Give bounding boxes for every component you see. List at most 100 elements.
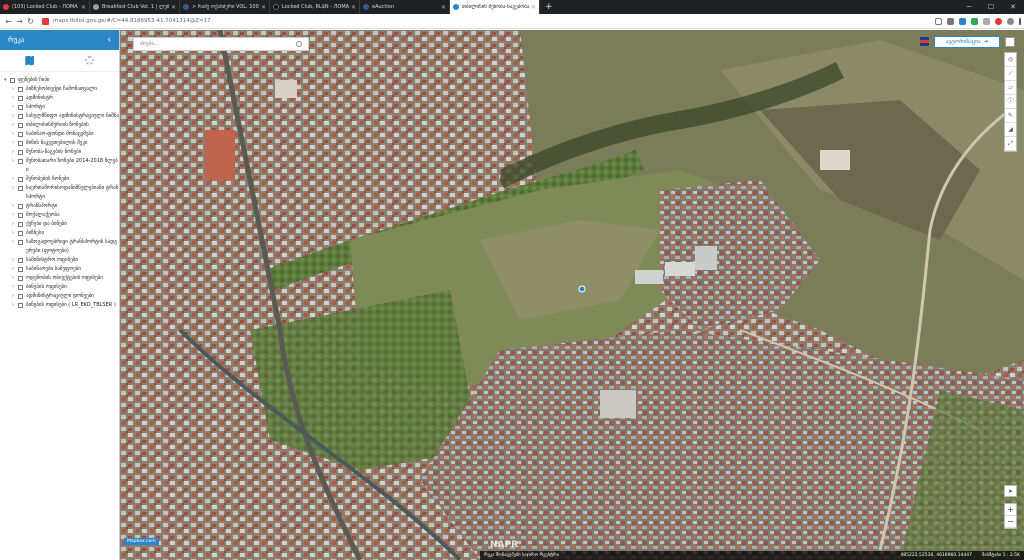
layer-item[interactable]: › ქუჩები და ბინები (4, 220, 119, 229)
layer-item[interactable]: › ოდენობის ობიექტების ოფისები (4, 274, 119, 283)
layer-checkbox[interactable] (18, 258, 23, 263)
expand-icon[interactable]: › (12, 274, 17, 283)
expand-icon[interactable]: › (12, 139, 17, 148)
layer-checkbox[interactable] (18, 267, 23, 272)
layer-item[interactable]: › საბინაოები სამეფოები (4, 265, 119, 274)
zoom-in-button[interactable]: + (1005, 504, 1016, 516)
layer-item[interactable]: › სახელმწიფო ადმინისტრაციული ნიშნა (4, 112, 119, 121)
expand-icon[interactable]: › (12, 175, 17, 184)
adblock-icon[interactable] (995, 17, 1002, 25)
close-icon[interactable]: ✕ (171, 4, 176, 11)
expand-icon[interactable]: › (12, 202, 17, 211)
measure-area-icon[interactable]: ▱ (1005, 81, 1016, 95)
clear-icon[interactable]: ◢ (1005, 123, 1016, 137)
back-icon[interactable]: ← (3, 17, 14, 26)
expand-icon[interactable]: › (12, 112, 17, 121)
forward-icon[interactable]: → (14, 17, 25, 26)
layer-checkbox[interactable] (18, 123, 23, 128)
layer-checkbox[interactable] (18, 213, 23, 218)
reload-icon[interactable]: ↻ (25, 17, 36, 26)
layer-item[interactable]: › ადმინისტრ (4, 94, 119, 103)
chevron-left-icon[interactable]: ‹ (107, 35, 111, 45)
layer-item[interactable]: › საბინაო-ფონდი მონაცემები (4, 130, 119, 139)
browser-tab[interactable]: (103) Locked Club - ЛОМА ✕ (0, 0, 90, 14)
expand-icon[interactable]: › (12, 157, 17, 166)
browser-tab[interactable]: Breakfast Club Vol. 1 | ლუშ ✕ (90, 0, 180, 14)
expand-icon[interactable]: › (12, 130, 17, 139)
basemap-grid-icon[interactable] (1005, 37, 1015, 47)
draw-icon[interactable]: ✎ (1005, 109, 1016, 123)
extension-icon[interactable] (959, 17, 966, 25)
browser-tab-active[interactable]: თბილისის შენობა-ნაგებობა ✕ (450, 0, 540, 14)
address-bar[interactable]: maps.tbilisi.gov.ge/#/C=44.8186953-41.70… (42, 16, 802, 27)
layer-item[interactable]: › შენობების ზონები (4, 175, 119, 184)
layer-checkbox[interactable] (18, 285, 23, 290)
layer-checkbox[interactable] (18, 231, 23, 236)
layer-checkbox[interactable] (18, 96, 23, 101)
menu-icon[interactable] (1019, 17, 1021, 25)
map-attribution[interactable]: Mapbox.com (124, 538, 159, 545)
layer-checkbox[interactable] (18, 186, 23, 191)
layer-item[interactable]: › საზოგადოებრივი ტრანსპორტის სადგურები (ფ… (4, 238, 119, 256)
star-icon[interactable] (935, 17, 942, 25)
layer-item[interactable]: › ტრანსპორტი (4, 202, 119, 211)
close-icon[interactable]: ✕ (81, 4, 86, 11)
expand-icon[interactable]: › (12, 220, 17, 229)
collapse-icon[interactable]: ▾ (4, 76, 9, 85)
location-marker-icon[interactable] (578, 285, 586, 293)
expand-icon[interactable]: › (12, 211, 17, 220)
profile-icon[interactable] (1007, 17, 1014, 25)
map-icon[interactable] (25, 55, 35, 66)
close-icon[interactable]: ✕ (441, 4, 446, 11)
layer-checkbox[interactable] (18, 240, 23, 245)
close-icon[interactable]: ✕ (531, 4, 536, 11)
layer-checkbox[interactable] (18, 222, 23, 227)
fullscreen-icon[interactable]: ⤢ (1005, 137, 1016, 151)
close-window-icon[interactable]: ✕ (1002, 0, 1024, 14)
layer-item[interactable]: ▾ ფენების ჩიპი (4, 76, 119, 85)
layer-checkbox[interactable] (18, 159, 23, 164)
extension-icon[interactable] (983, 17, 990, 25)
browser-tab[interactable]: eAuction ✕ (360, 0, 450, 14)
layer-item[interactable]: › ბიზნესი (4, 229, 119, 238)
search-icon[interactable] (296, 41, 302, 47)
map-canvas[interactable]: ძიება... ავტორიზაცია ➔ ◎ ⟋ ▱ ⓘ ✎ ◢ ⤢ ➤ +… (120, 30, 1024, 560)
expand-icon[interactable]: › (12, 103, 17, 112)
maximize-icon[interactable]: ☐ (980, 0, 1002, 14)
extension-icon[interactable] (971, 17, 978, 25)
expand-icon[interactable]: › (12, 283, 17, 292)
expand-icon[interactable]: › (12, 292, 17, 301)
measure-distance-icon[interactable]: ⟋ (1005, 67, 1016, 81)
layer-item[interactable]: › საერთაშორისოდანიშნულებიანი ტრანსპორტი (4, 184, 119, 202)
map-search-box[interactable]: ძიება... (133, 37, 309, 51)
expand-icon[interactable]: › (12, 121, 17, 130)
layer-checkbox[interactable] (18, 177, 23, 182)
expand-icon[interactable]: › (12, 184, 17, 193)
locate-me-icon[interactable]: ➤ (1004, 485, 1017, 497)
layer-item[interactable]: › ადმინისტრაციული დონეები (4, 292, 119, 301)
login-button[interactable]: ავტორიზაცია ➔ (934, 36, 1000, 48)
minimize-icon[interactable]: ─ (958, 0, 980, 14)
layer-checkbox[interactable] (18, 150, 23, 155)
layer-item[interactable]: › სამინისტრო ოფისები (4, 256, 119, 265)
layer-checkbox[interactable] (18, 276, 23, 281)
expand-icon[interactable]: › (12, 85, 17, 94)
language-flag-icon[interactable] (920, 37, 929, 46)
gear-icon[interactable] (84, 56, 94, 65)
layer-item[interactable]: › მოქალაქეობა (4, 211, 119, 220)
layer-item[interactable]: › სპორტი (4, 103, 119, 112)
new-tab-button[interactable]: + (540, 0, 558, 14)
layer-checkbox[interactable] (18, 132, 23, 137)
expand-icon[interactable]: › (12, 256, 17, 265)
close-icon[interactable]: ✕ (261, 4, 266, 11)
browser-tab[interactable]: Locked Club, RL$N - ЛОМА ✕ (270, 0, 360, 14)
layer-item[interactable]: › ბიზნესობიექტი ჩამონათვალი (4, 85, 119, 94)
layer-item[interactable]: › შენობა-ნაგების ზონები (4, 148, 119, 157)
expand-icon[interactable]: › (12, 301, 17, 310)
search-input[interactable]: ძიება... (140, 41, 296, 47)
layer-checkbox[interactable] (18, 141, 23, 146)
extension-icon[interactable] (947, 17, 954, 25)
layer-item[interactable]: › თბილისისმერიის ზონების (4, 121, 119, 130)
layer-checkbox[interactable] (18, 294, 23, 299)
layer-item[interactable]: › მიწის ნაკვეთებილის შეკი (4, 139, 119, 148)
